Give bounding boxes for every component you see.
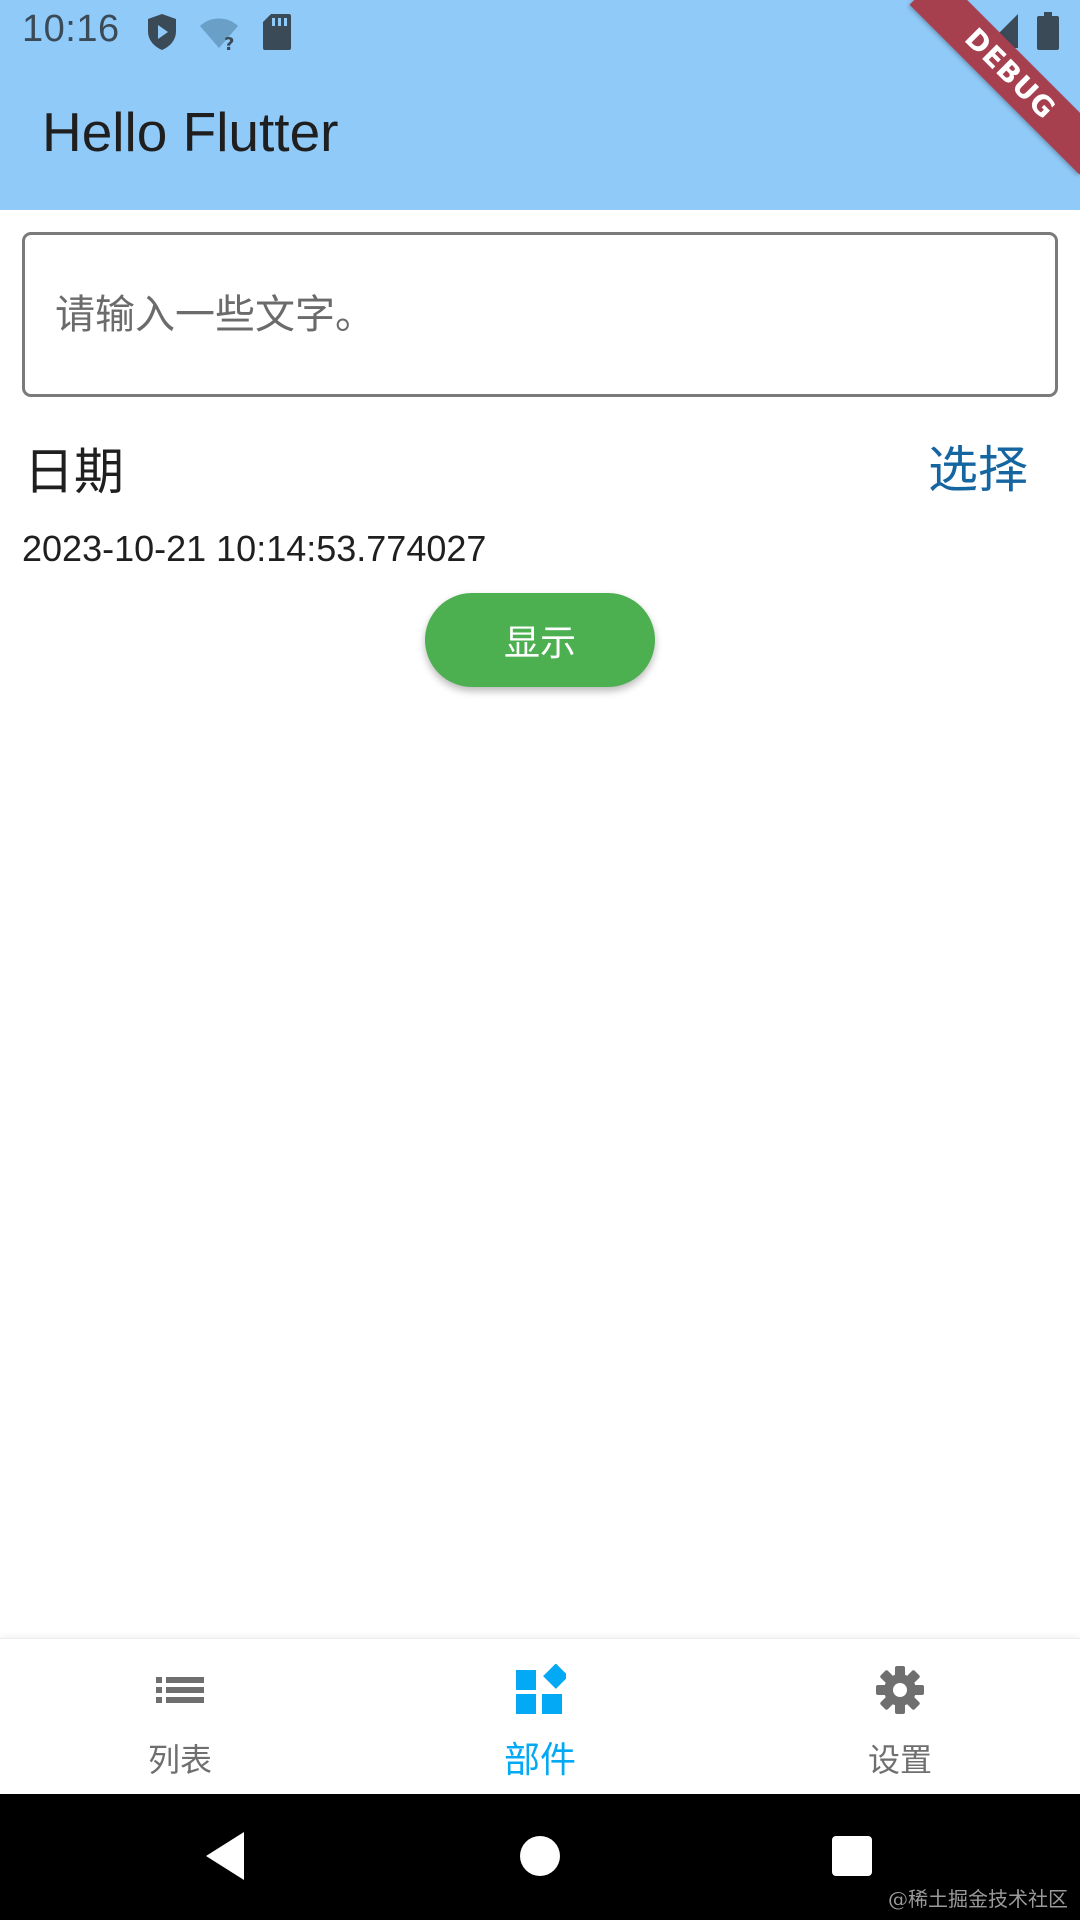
home-icon[interactable] bbox=[510, 1826, 570, 1886]
play-protect-icon bbox=[146, 12, 178, 52]
nav-label-settings: 设置 bbox=[867, 1741, 932, 1779]
app-bar: 10:16 ? Hello Flutter bbox=[0, 0, 1080, 210]
list-icon bbox=[154, 1664, 206, 1716]
widgets-icon bbox=[514, 1663, 569, 1716]
svg-text:?: ? bbox=[224, 34, 234, 52]
status-time: 10:16 bbox=[22, 8, 120, 50]
screen: 10:16 ? Hello Flutter DEBUG 请输入一些文字。 日期 … bbox=[0, 0, 1080, 1920]
settings-icon bbox=[874, 1664, 926, 1716]
nav-item-settings[interactable]: 设置 bbox=[720, 1639, 1080, 1795]
back-icon[interactable] bbox=[196, 1826, 256, 1886]
nav-label-list: 列表 bbox=[147, 1741, 212, 1779]
battery-icon bbox=[1036, 12, 1060, 52]
text-field[interactable] bbox=[22, 232, 1058, 397]
bottom-nav: 列表 部件 设置 bbox=[0, 1638, 1080, 1795]
recents-icon[interactable] bbox=[822, 1826, 882, 1886]
system-nav-bar: @稀土掘金技术社区 bbox=[0, 1794, 1080, 1920]
show-button[interactable]: 显示 bbox=[425, 593, 655, 687]
watermark: @稀土掘金技术社区 bbox=[888, 1887, 1068, 1911]
wifi-unknown-icon: ? bbox=[198, 12, 240, 52]
select-date-button[interactable]: 选择 bbox=[928, 430, 1028, 502]
nav-item-widgets[interactable]: 部件 bbox=[360, 1639, 720, 1795]
app-title: Hello Flutter bbox=[42, 101, 339, 163]
sd-card-icon bbox=[262, 12, 292, 52]
nav-item-list[interactable]: 列表 bbox=[0, 1639, 360, 1795]
nav-label-widgets: 部件 bbox=[503, 1740, 576, 1781]
date-label: 日期 bbox=[24, 443, 124, 501]
text-input[interactable] bbox=[55, 235, 1025, 394]
date-value: 2023-10-21 10:14:53.774027 bbox=[22, 528, 487, 569]
